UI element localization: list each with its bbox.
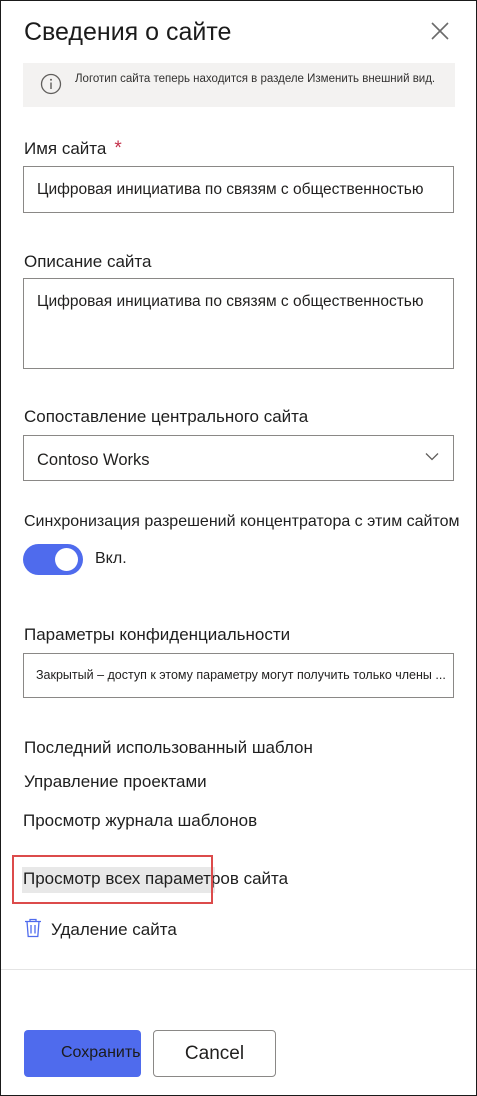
description-label: Описание сайта (24, 252, 152, 271)
callout-highlight-box (12, 855, 213, 904)
close-button[interactable] (428, 19, 452, 43)
hub-association-label: Сопоставление центрального сайта (24, 407, 309, 426)
footer-divider (1, 969, 476, 970)
hub-association-selected: Contoso Works (37, 451, 150, 469)
hub-association-dropdown[interactable]: Contoso Works (23, 435, 454, 481)
info-bar-text: Логотип сайта теперь находится в разделе… (75, 73, 436, 85)
cancel-button-label: Cancel (184, 1043, 245, 1064)
save-button-label: Сохранить (61, 1044, 141, 1061)
privacy-label: Параметры конфиденциальности (24, 625, 291, 644)
description-value: Цифровая инициатива по связям с обществе… (37, 293, 424, 310)
site-name-label: Имя сайта * (24, 138, 122, 159)
save-button[interactable]: Сохранить (24, 1030, 141, 1077)
trash-icon[interactable] (24, 918, 42, 938)
site-name-input[interactable]: Цифровая инициатива по связям с обществе… (23, 166, 454, 213)
hub-sync-toggle[interactable] (23, 544, 83, 575)
panel-title: Сведения о сайте (24, 18, 232, 46)
chevron-down-icon (425, 453, 439, 461)
info-icon (40, 73, 62, 95)
description-textarea[interactable]: Цифровая инициатива по связям с обществе… (23, 278, 454, 369)
template-name: Управление проектами (24, 772, 207, 791)
toggle-knob (55, 548, 78, 571)
template-heading: Последний использованный шаблон (24, 738, 313, 757)
close-icon (431, 22, 449, 40)
hub-sync-label: Синхронизация разрешений концентратора с… (24, 513, 460, 530)
privacy-selected: Закрытый – доступ к этому параметру могу… (36, 668, 446, 682)
hub-sync-toggle-label: Вкл. (95, 550, 127, 567)
privacy-dropdown[interactable]: Закрытый – доступ к этому параметру могу… (23, 653, 454, 698)
template-history-link[interactable]: Просмотр журнала шаблонов (23, 811, 257, 831)
site-name-value: Цифровая инициатива по связям с обществе… (37, 181, 424, 198)
required-mark: * (114, 138, 122, 159)
cancel-button[interactable]: Cancel (153, 1030, 276, 1077)
site-info-panel: Сведения о сайте Логотип сайта теперь на… (0, 0, 477, 1096)
info-bar: Логотип сайта теперь находится в разделе… (23, 63, 455, 107)
delete-site-link[interactable]: Удаление сайта (51, 920, 177, 940)
